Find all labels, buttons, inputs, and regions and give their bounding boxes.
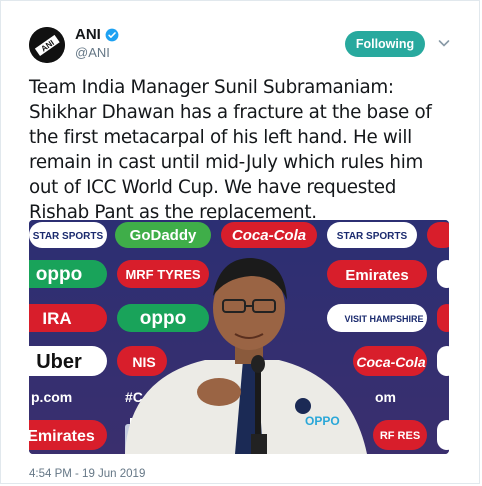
tweet-timestamp[interactable]: 4:54 PM - 19 Jun 2019 [29,468,145,480]
sponsor-oppo: oppo [36,264,82,285]
sponsor-coca-cola: Coca-Cola [232,227,306,244]
tweet-card: ANI ANI @ANI Following Team India Manage… [0,0,480,484]
sponsor-row-1: STAR SPORTS GoDaddy Coca-Cola STAR SPORT… [29,222,449,248]
sponsor-godaddy: GoDaddy [130,227,197,244]
sponsor-nis: NIS [132,354,155,370]
tweet-text-line: Shikhar Dhawan has a fracture at the bas… [29,102,432,123]
sponsor-visit-hampshire: VISIT HAMPSHIRE [344,314,423,324]
tweet-media-photo[interactable]: STAR SPORTS GoDaddy Coca-Cola STAR SPORT… [29,220,449,454]
jersey-oppo-logo: OPPO [305,414,340,428]
verified-badge-icon [105,28,119,42]
sponsor-ira: IRA [42,309,71,328]
author-handle[interactable]: @ANI [75,45,110,60]
sponsor-coca-cola-2: Coca-Cola [356,354,425,370]
chevron-down-icon[interactable] [438,37,450,49]
sponsor-uber: Uber [36,351,82,373]
tweet-text-line: remain in cast until mid-July which rule… [29,152,423,173]
sponsor-om: om [375,389,396,405]
following-button[interactable]: Following [345,31,425,57]
author-avatar[interactable]: ANI [29,27,65,63]
sponsor-mrf: MRF TYRES [125,267,200,282]
sponsor-star-sports: STAR SPORTS [33,231,104,242]
sponsor-p-com: p.com [31,389,72,405]
tweet-text-line: Team India Manager Sunil Subramaniam: [29,77,394,98]
author-name[interactable]: ANI [75,26,101,43]
sponsor-star-sports-2: STAR SPORTS [337,231,408,242]
tweet-text-line: the first metacarpal of his left hand. H… [29,127,412,148]
tweet-text-line: out of ICC World Cup. We have requested [29,177,397,198]
sponsor-emirates: Emirates [345,267,408,284]
tweet-text: Team India Manager Sunil Subramaniam: Sh… [29,75,459,225]
sponsor-oppo-2: oppo [140,308,186,329]
sponsor-rf-res: RF RES [380,430,420,442]
sponsor-emirates-2: Emirates [29,428,95,445]
press-conference-photo: STAR SPORTS GoDaddy Coca-Cola STAR SPORT… [29,220,449,454]
